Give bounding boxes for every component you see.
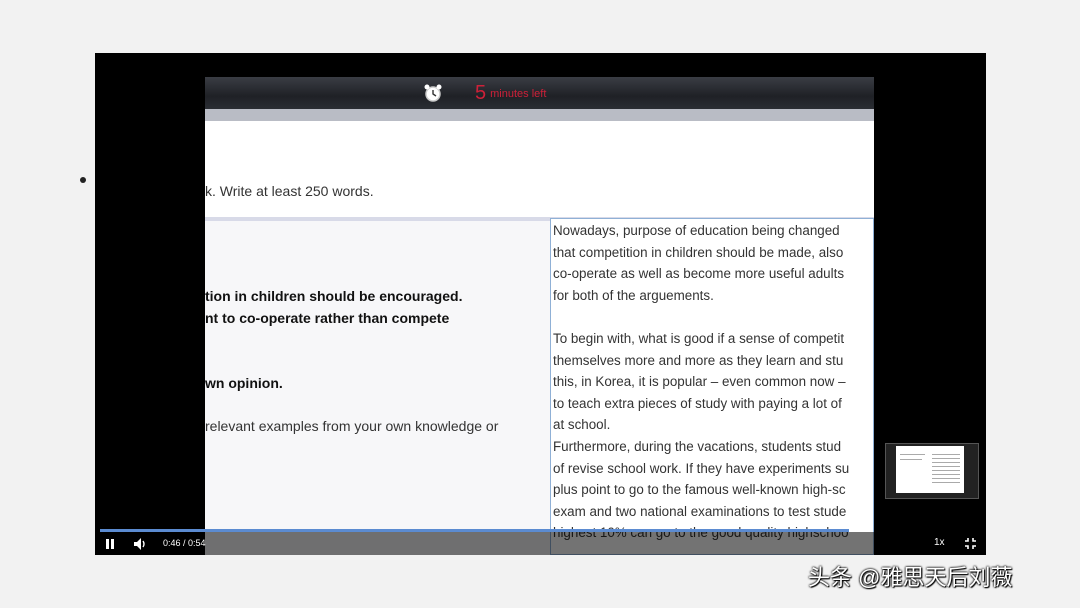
watermark: 头条 @雅思天后刘薇 — [808, 565, 1013, 590]
essay-line: for both of the arguements. — [553, 287, 714, 303]
essay-line: of revise school work. If they have expe… — [553, 460, 850, 476]
timer-text: 5 minutes left — [475, 81, 546, 106]
essay-line: co-operate as well as become more useful… — [553, 266, 845, 282]
essay-line: themselves more and more as they learn a… — [553, 352, 844, 368]
alarm-clock-icon — [424, 84, 442, 102]
essay-line: Furthermore, during the vacations, stude… — [553, 439, 842, 454]
essay-line: plus point to go to the famous well-know… — [553, 482, 846, 498]
task-line: wn opinion. — [205, 375, 283, 391]
pause-icon[interactable] — [104, 538, 116, 550]
fullscreen-icon[interactable] — [964, 537, 977, 550]
video-player[interactable]: 5 minutes left k. Write at least 250 word… — [95, 53, 986, 555]
task-prompt: tion in children should be encouraged. n… — [205, 225, 550, 555]
preview-thumbnail — [885, 443, 979, 499]
task-line: nt to co-operate rather than compete — [205, 310, 450, 326]
essay-line: at school. — [553, 417, 611, 433]
speed-button[interactable]: 1x — [934, 536, 945, 550]
task-line: relevant examples from your own knowledg… — [205, 418, 499, 434]
timer-suffix: minutes left — [490, 88, 547, 100]
exam-timer-bar: 5 minutes left — [205, 77, 874, 109]
playback-time: 0:46 / 0:54 — [163, 538, 206, 548]
essay-line: to teach extra pieces of study with payi… — [553, 395, 842, 411]
instruction-panel: k. Write at least 250 words. — [205, 121, 874, 221]
essay-line: that competition in children should be m… — [553, 244, 844, 260]
essay-line: exam and two national examinations to te… — [553, 503, 847, 519]
header-divider — [205, 109, 874, 121]
essay-line: this, in Korea, it is popular – even com… — [553, 374, 846, 390]
player-controls: 0:46 / 0:54 1x — [95, 532, 986, 555]
essay-line: Nowadays, purpose of education being cha… — [553, 223, 840, 238]
task-line: tion in children should be encouraged. — [205, 288, 463, 304]
thumbnail-image — [896, 446, 964, 493]
timer-number: 5 — [475, 82, 487, 104]
essay-line: To begin with, what is good if a sense o… — [553, 331, 845, 346]
slide-bullet — [80, 177, 86, 183]
video-frame: 5 minutes left k. Write at least 250 word… — [205, 77, 874, 555]
essay-textarea[interactable]: Nowadays, purpose of education being cha… — [550, 218, 874, 555]
volume-icon[interactable] — [133, 537, 147, 551]
instruction-text: k. Write at least 250 words. — [205, 183, 374, 199]
